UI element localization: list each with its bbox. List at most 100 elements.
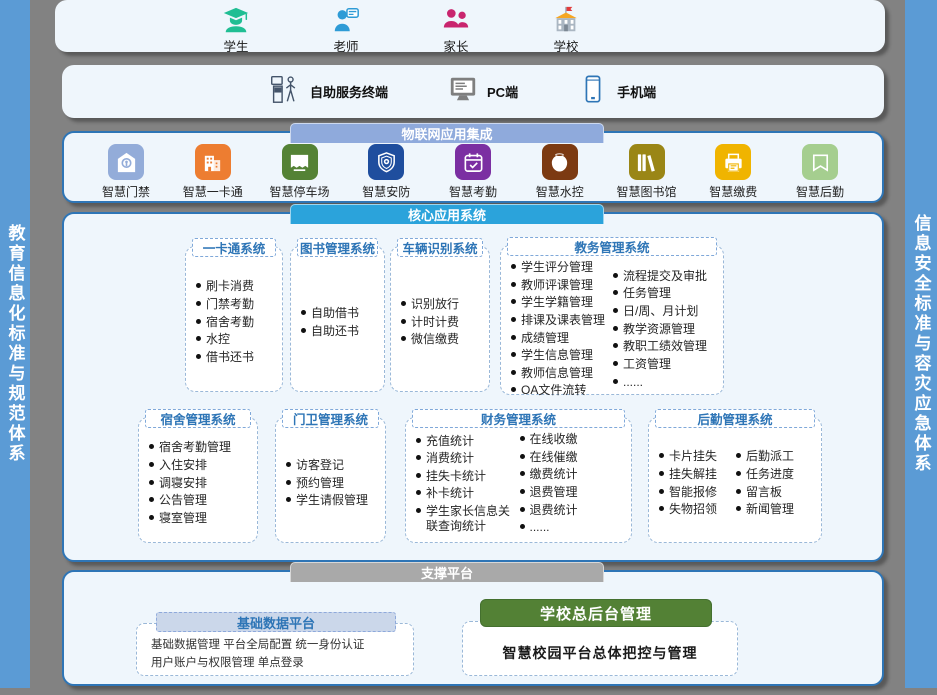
list-item: 日/周、月计划: [613, 304, 715, 319]
system-box-content: 学生评分管理教师评课管理学生学籍管理排课及课表管理成绩管理学生信息管理教师信息管…: [501, 246, 723, 406]
core-panel-header: 核心应用系统: [290, 204, 604, 224]
list-item-label: 成绩管理: [521, 331, 569, 346]
list-item-label: 教师信息管理: [521, 366, 593, 381]
iot-label: 智慧安防: [362, 183, 410, 200]
audience-label: 家长: [443, 36, 468, 55]
bullet-icon: [196, 336, 201, 341]
bullet-icon: [511, 370, 516, 375]
list-item-label: 自助还书: [311, 324, 359, 339]
system-box-column: 充值统计消费统计挂失卡统计补卡统计学生家长信息关联查询统计: [416, 432, 520, 535]
list-item: 寝室管理: [149, 511, 249, 526]
list-item-label: 借书还书: [206, 350, 254, 365]
list-item-label: ......: [623, 375, 643, 390]
bullet-icon: [613, 290, 618, 295]
bullet-icon: [149, 444, 154, 449]
system-box-title: 后勤管理系统: [655, 409, 815, 428]
list-item-label: 挂失卡统计: [426, 469, 486, 484]
list-item-label: 补卡统计: [426, 486, 474, 501]
bullet-icon: [401, 336, 406, 341]
bullet-icon: [659, 506, 664, 511]
audience-item: 家长: [423, 5, 489, 55]
door-access-icon: [108, 144, 144, 180]
list-item: 挂失卡统计: [416, 469, 520, 484]
terminal-label: 手机端: [617, 82, 656, 101]
iot-item: 智慧缴费: [695, 144, 771, 200]
audience-item: 学生: [203, 5, 269, 55]
list-item-label: 教职工绩效管理: [623, 339, 707, 354]
list-item-label: 微信缴费: [411, 332, 459, 347]
list-item-label: 门禁考勤: [206, 297, 254, 312]
list-item-label: 在线催缴: [530, 450, 578, 465]
system-box: 后勤管理系统卡片挂失挂失解挂智能报修失物招领后勤派工任务进度留言板新闻管理: [648, 417, 822, 543]
list-item: 智能报修: [659, 485, 736, 500]
list-item: 在线催缴: [520, 450, 624, 465]
list-item: 水控: [196, 332, 274, 347]
iot-label: 智慧水控: [536, 183, 584, 200]
bullet-icon: [511, 352, 516, 357]
system-box: 一卡通系统刷卡消费门禁考勤宿舍考勤水控借书还书: [185, 246, 283, 392]
bullet-icon: [736, 506, 741, 511]
bullet-icon: [149, 480, 154, 485]
list-item-label: 宿舍考勤管理: [159, 440, 231, 455]
teacher-icon: [331, 5, 361, 35]
list-item: 充值统计: [416, 434, 520, 449]
bullet-icon: [736, 453, 741, 458]
system-box: 教务管理系统学生评分管理教师评课管理学生学籍管理排课及课表管理成绩管理学生信息管…: [500, 245, 724, 395]
list-item-label: 教师评课管理: [521, 278, 593, 293]
list-item: 自助借书: [301, 306, 376, 321]
student-icon: [221, 5, 251, 35]
iot-panel: 物联网应用集成 智慧门禁智慧一卡通智慧停车场智慧安防智慧考勤智慧水控智慧图书馆智…: [62, 131, 884, 203]
list-item-label: 挂失解挂: [669, 467, 717, 482]
system-box: 图书管理系统自助借书自助还书: [290, 246, 385, 392]
list-item: 学生信息管理: [511, 348, 613, 363]
list-item-label: 充值统计: [426, 434, 474, 449]
bullet-icon: [613, 326, 618, 331]
bullet-icon: [520, 436, 525, 441]
list-item: 失物招领: [659, 502, 736, 517]
list-item-label: 宿舍考勤: [206, 315, 254, 330]
system-box-column: 宿舍考勤管理入住安排调寝安排公告管理寝室管理: [149, 432, 249, 534]
list-item: 在线收缴: [520, 432, 624, 447]
terminal-label: 自助服务终端: [310, 82, 388, 101]
shield-icon: [368, 144, 404, 180]
bullet-icon: [416, 490, 421, 495]
system-box-column: 流程提交及审批任务管理日/周、月计划教学资源管理教职工绩效管理工资管理.....…: [613, 260, 715, 398]
list-item: 门禁考勤: [196, 297, 274, 312]
list-item: 计时计费: [401, 315, 481, 330]
bullet-icon: [511, 317, 516, 322]
list-item-label: ......: [530, 520, 550, 535]
bullet-icon: [286, 497, 291, 502]
system-box-content: 自助借书自助还书: [291, 247, 384, 391]
list-item-label: 学生请假管理: [296, 493, 368, 508]
bullet-icon: [416, 455, 421, 460]
iot-label: 智慧考勤: [449, 183, 497, 200]
bullet-icon: [196, 301, 201, 306]
core-systems-panel: 核心应用系统 一卡通系统刷卡消费门禁考勤宿舍考勤水控借书还书图书管理系统自助借书…: [62, 212, 884, 562]
system-box-content: 宿舍考勤管理入住安排调寝安排公告管理寝室管理: [139, 418, 257, 542]
school-icon: [551, 5, 581, 35]
pc-icon: [448, 74, 478, 109]
list-item-label: 教学资源管理: [623, 322, 695, 337]
bullet-icon: [149, 515, 154, 520]
bullet-icon: [511, 282, 516, 287]
list-item: OA文件流转: [511, 383, 613, 398]
list-item-label: 水控: [206, 332, 230, 347]
list-item-label: 卡片挂失: [669, 449, 717, 464]
list-item-label: 新闻管理: [746, 502, 794, 517]
list-item-label: 公告管理: [159, 493, 207, 508]
iot-label: 智慧门禁: [102, 183, 150, 200]
list-item: 入住安排: [149, 458, 249, 473]
list-item-label: 任务进度: [746, 467, 794, 482]
list-item: 预约管理: [286, 476, 377, 491]
list-item-label: 学生信息管理: [521, 348, 593, 363]
list-item: 补卡统计: [416, 486, 520, 501]
system-box-column: 自助借书自助还书: [301, 261, 376, 383]
iot-item: 智慧门禁: [88, 144, 164, 200]
list-item-label: 计时计费: [411, 315, 459, 330]
list-item-label: 任务管理: [623, 286, 671, 301]
list-item: 学生请假管理: [286, 493, 377, 508]
system-box-title: 财务管理系统: [412, 409, 625, 428]
system-box-column: 卡片挂失挂失解挂智能报修失物招领: [659, 432, 736, 534]
system-box-title: 门卫管理系统: [282, 409, 379, 428]
list-item: 教师信息管理: [511, 366, 613, 381]
